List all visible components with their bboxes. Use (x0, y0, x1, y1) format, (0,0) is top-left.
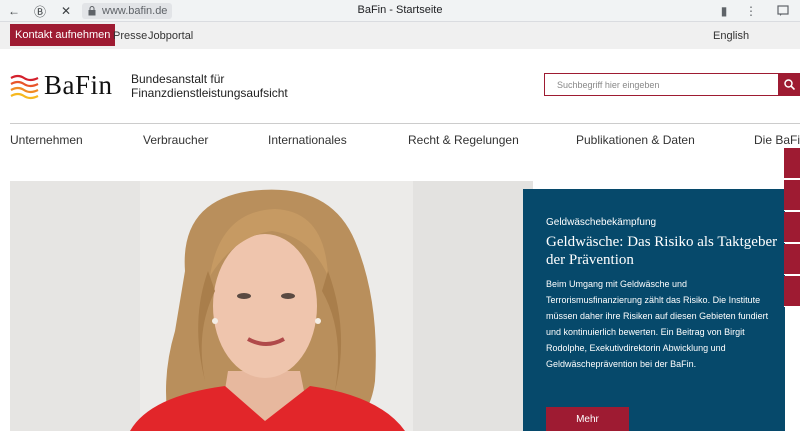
search-icon (784, 79, 795, 90)
address-bar[interactable]: www.bafin.de (82, 3, 172, 19)
teaser-body: Beim Umgang mit Geldwäsche und Terrorism… (546, 279, 769, 369)
nav-item-unternehmen[interactable]: Unternehmen (10, 133, 83, 147)
profile-icon[interactable]: Ⓑ (32, 3, 48, 19)
header-divider (10, 123, 800, 124)
browser-toolbar: ← Ⓑ ✕ www.bafin.de BaFin - Startseite ▮ … (0, 0, 800, 22)
nav-item-recht-regelungen[interactable]: Recht & Regelungen (408, 133, 519, 147)
search-button[interactable] (779, 73, 800, 96)
nav-item-verbraucher[interactable]: Verbraucher (143, 133, 208, 147)
portrait-photo (130, 189, 405, 431)
back-arrow-icon[interactable]: ← (6, 3, 22, 19)
address-text: www.bafin.de (102, 5, 168, 17)
tagline-line-1: Bundesanstalt für (131, 72, 225, 86)
language-link[interactable]: English (713, 30, 749, 42)
menu-icon[interactable]: ⋮ (743, 3, 759, 19)
nav-item-internationales[interactable]: Internationales (268, 133, 347, 147)
nav-item-publikationen-daten[interactable]: Publikationen & Daten (576, 133, 695, 147)
teaser-box: Geldwäschebekämpfung Geldwäsche: Das Ris… (523, 189, 785, 431)
feedback-icon[interactable] (775, 3, 791, 19)
tagline-line-2: Finanzdienstleistungsaufsicht (131, 86, 288, 100)
search-input[interactable]: Suchbegriff hier eingeben (544, 73, 779, 96)
contact-button[interactable]: Kontakt aufnehmen (10, 24, 116, 46)
side-tab-4[interactable] (784, 244, 800, 275)
side-tab-5[interactable] (784, 276, 800, 307)
tagline: Bundesanstalt für Finanzdienstleistungsa… (131, 72, 301, 100)
bafin-logo[interactable]: BaFin (10, 70, 120, 102)
hero-image (10, 181, 533, 431)
logo-wordmark: BaFin (44, 70, 113, 100)
press-link[interactable]: Presse (113, 30, 147, 42)
teaser-headline[interactable]: Geldwäsche: Das Risiko als Taktgeber der… (546, 233, 781, 269)
lock-icon (88, 6, 96, 16)
bafin-wave-logo-icon (10, 74, 39, 100)
nav-item-die-bafin[interactable]: Die BaFin (754, 133, 800, 147)
service-bar: Kontakt aufnehmen Presse Jobportal Engli… (0, 22, 800, 49)
more-button[interactable]: Mehr (546, 407, 629, 431)
side-tab-2[interactable] (784, 180, 800, 211)
teaser-kicker: Geldwäschebekämpfung (546, 217, 657, 228)
jobportal-link[interactable]: Jobportal (148, 30, 193, 42)
close-icon[interactable]: ✕ (58, 3, 74, 19)
bookmark-icon[interactable]: ▮ (716, 3, 732, 19)
side-tab-3[interactable] (784, 212, 800, 243)
side-tab-1[interactable] (784, 148, 800, 179)
